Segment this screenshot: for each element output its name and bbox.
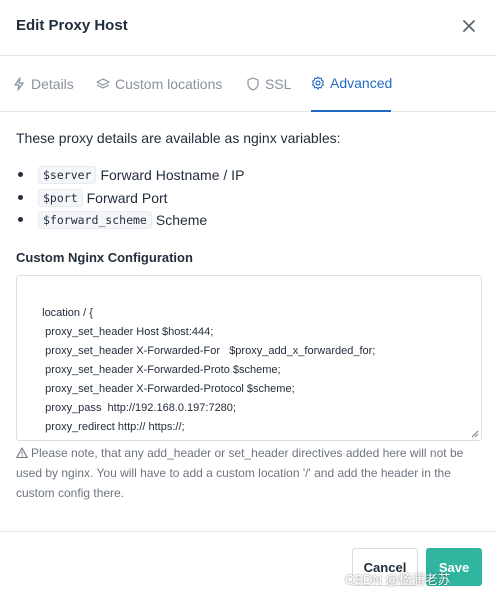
layers-icon (96, 78, 110, 89)
resize-handle-icon[interactable] (469, 428, 479, 438)
variable-code: $port (38, 188, 83, 207)
close-button[interactable] (459, 16, 479, 36)
warning-icon (16, 447, 28, 459)
variable-list: $server Forward Hostname / IP $port Forw… (17, 164, 245, 232)
variable-description: Scheme (155, 212, 208, 229)
variable-description: Forward Hostname / IP (100, 167, 245, 184)
config-note: Please note, that any add_header or set_… (16, 443, 482, 503)
tab-details[interactable]: Details (12, 56, 74, 112)
variable-description: Forward Port (86, 189, 168, 206)
tab-bar: Details Custom locations SSL Advanced (0, 56, 497, 112)
watermark: CSDN @杨浦老苏 (345, 572, 451, 587)
nginx-config-value: location / { proxy_set_header Host $host… (42, 307, 376, 433)
gear-icon (312, 76, 324, 90)
dialog-header: Edit Proxy Host (0, 0, 497, 56)
intro-text: These proxy details are available as ngi… (16, 130, 341, 146)
tab-ssl[interactable]: SSL (246, 56, 291, 112)
config-label: Custom Nginx Configuration (16, 250, 193, 265)
tab-advanced[interactable]: Advanced (311, 56, 393, 112)
lightning-icon (14, 77, 24, 91)
list-item: $forward_scheme Scheme (17, 209, 244, 232)
dialog-footer: Cancel Save (0, 531, 497, 599)
close-icon (463, 20, 475, 32)
tab-advanced-label: Advanced (330, 75, 393, 91)
tab-custom-locations[interactable]: Custom locations (96, 56, 222, 112)
tab-custom-locations-label: Custom locations (115, 76, 223, 92)
tab-ssl-label: SSL (265, 76, 292, 92)
list-item: $server Forward Hostname / IP (17, 164, 245, 187)
variable-code: $server (38, 166, 97, 185)
nginx-config-textarea[interactable]: location / { proxy_set_header Host $host… (16, 275, 482, 441)
config-note-text: Please note, that any add_header or set_… (16, 446, 464, 500)
shield-icon (247, 77, 259, 91)
variable-code: $forward_scheme (38, 211, 152, 230)
tab-details-label: Details (31, 76, 74, 92)
list-item: $port Forward Port (17, 187, 244, 210)
dialog-title: Edit Proxy Host (16, 17, 128, 34)
